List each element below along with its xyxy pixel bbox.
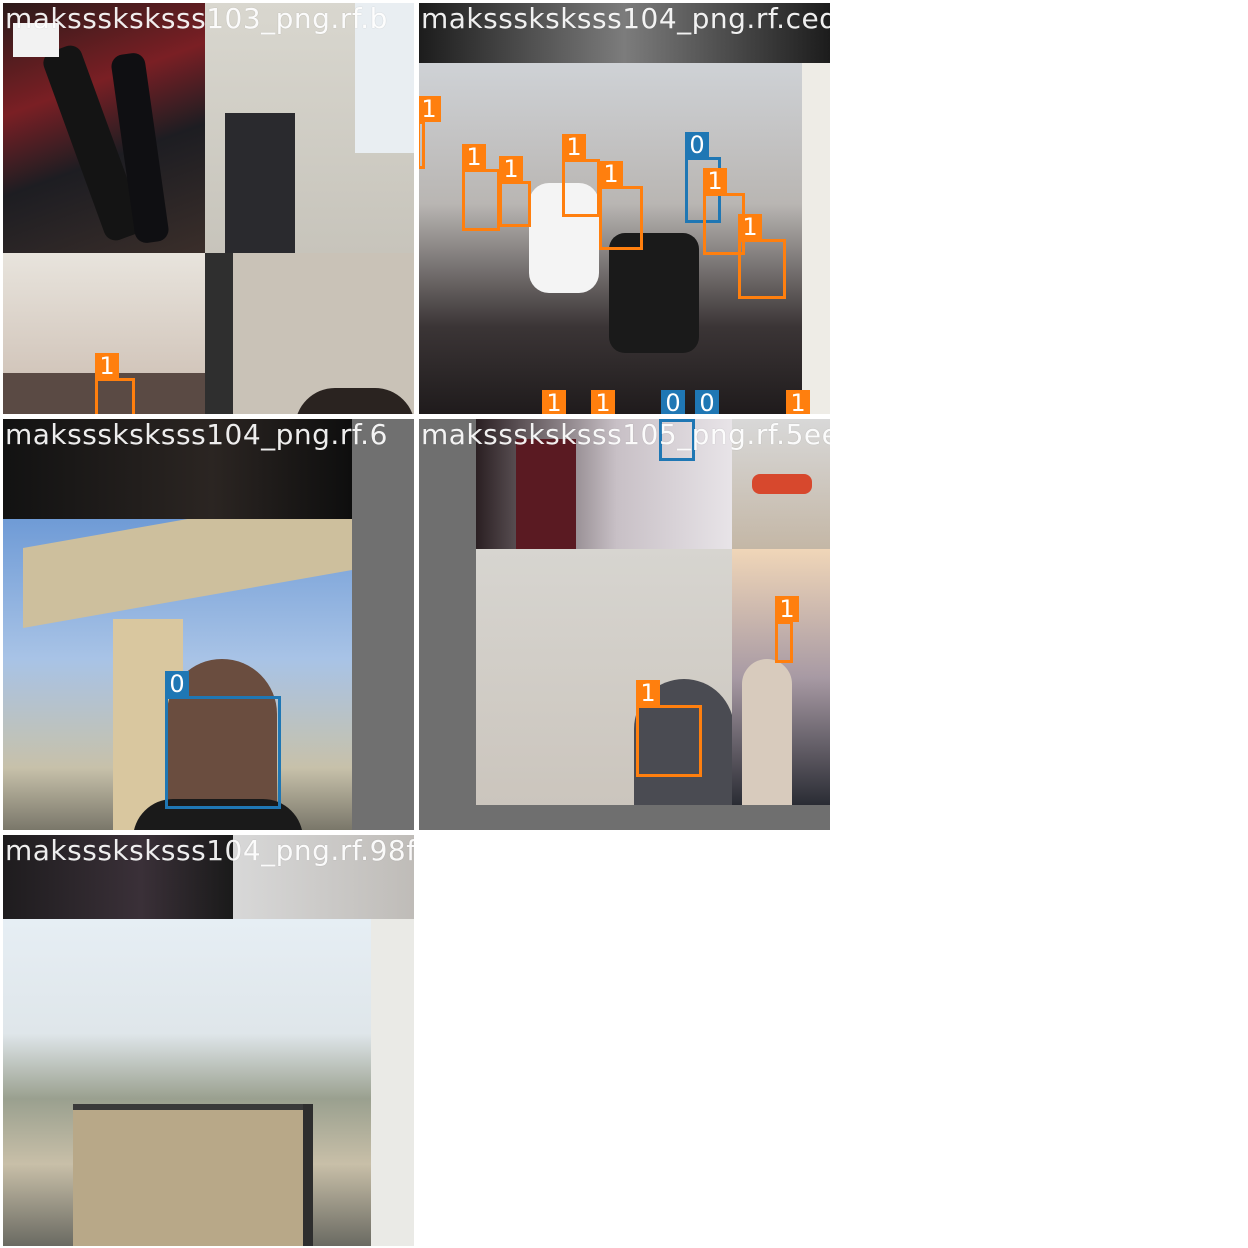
detection-box: 1 [738, 214, 786, 299]
padding [352, 419, 414, 830]
fence-photo [3, 919, 371, 1246]
mosaic-tile-1: 1 maksssksksss103_png.rf.b [3, 3, 414, 414]
class-label: 1 [599, 161, 623, 187]
detection-box: 0 [659, 419, 695, 461]
edge-photo [371, 919, 414, 1246]
keyboard-photo [205, 3, 414, 253]
class-label: 0 [659, 419, 683, 420]
mosaic-tile-2: 1 1 1 1 1 0 1 1 1 1 0 0 1 maksssksksss10… [419, 3, 830, 414]
class-label: 1 [499, 156, 523, 182]
class-label: 1 [95, 353, 119, 379]
detection-box: 1 [636, 680, 702, 777]
detection-box: 1 [775, 596, 799, 663]
class-label: 0 [695, 390, 719, 414]
class-label: 1 [786, 390, 810, 414]
detection-box: 0 [165, 671, 281, 809]
class-label: 0 [165, 671, 189, 697]
class-label: 1 [636, 680, 660, 706]
padding [419, 419, 476, 830]
class-label: 1 [591, 390, 615, 414]
crowd-strip-photo [419, 3, 830, 63]
mosaic-tile-4: 0 1 1 maksssksksss105_png.rf.5ee00107809… [419, 419, 830, 830]
class-label: 1 [738, 214, 762, 240]
mosaic-tile-3: 0 maksssksksss104_png.rf.6 [3, 419, 414, 830]
class-label: 1 [703, 168, 727, 194]
class-label: 1 [775, 596, 799, 622]
class-label: 1 [462, 144, 486, 170]
class-label: 0 [661, 390, 685, 414]
dark-strip-photo [3, 419, 352, 519]
coat-photo [233, 835, 414, 919]
detection-box: 1 [462, 144, 500, 231]
dark-strip-photo [3, 835, 233, 919]
class-label: 1 [542, 390, 566, 414]
detection-box: 1 [562, 134, 600, 217]
microphones-photo [3, 3, 205, 253]
class-label: 1 [562, 134, 586, 160]
class-label: 1 [419, 96, 441, 122]
detection-box: 1 [599, 161, 643, 250]
detection-box: 1 [419, 96, 441, 169]
family-photo [732, 549, 830, 805]
detection-box: 1 [95, 353, 135, 414]
classroom-photo [732, 419, 830, 549]
detection-box: 1 [499, 156, 531, 227]
class-label: 0 [685, 132, 709, 158]
edge-photo [802, 63, 830, 414]
mosaic-tile-5: maksssksksss104_png.rf.98f4cb9b8c074709c [3, 835, 414, 1246]
door-photo [205, 253, 414, 414]
padding [476, 805, 830, 830]
